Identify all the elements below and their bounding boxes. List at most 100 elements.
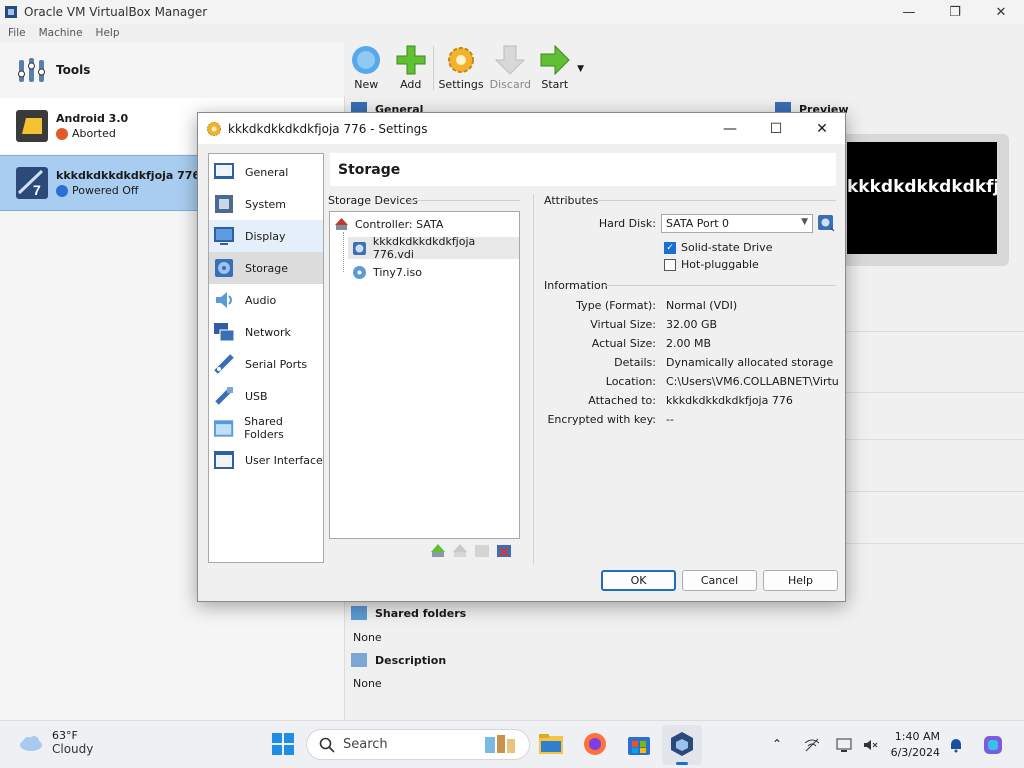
minimize-button[interactable]: — [886,0,932,24]
solid-state-drive-label: Solid-state Drive [681,241,773,254]
start-dropdown-chevron-icon[interactable]: ▼ [577,64,584,96]
settings-button[interactable]: Settings [434,42,488,96]
menu-bar: File Machine Help [0,24,125,42]
virtualbox-taskbar-button[interactable] [662,725,702,765]
firefox-icon[interactable] [582,731,608,757]
category-system[interactable]: System [209,188,323,220]
dialog-title: kkkdkdkkdkdkfjoja 776 - Settings [228,121,428,136]
description-icon [351,653,367,667]
hot-pluggable-label: Hot-pluggable [681,258,759,271]
solid-state-drive-checkbox[interactable]: ✓ Solid-state Drive [664,241,772,254]
description-section-header[interactable]: Description [351,653,446,667]
active-app-indicator [676,762,688,765]
discard-label: Discard [489,78,532,91]
volume-muted-icon[interactable] [862,737,878,753]
notification-bell-icon[interactable] [948,737,964,753]
add-label: Add [400,78,422,91]
category-network[interactable]: Network [209,316,323,348]
copilot-icon[interactable] [982,734,1004,756]
clock-time: 1:40 AM [894,730,940,743]
category-storage[interactable]: Storage [209,252,323,284]
details-divider [841,439,1024,440]
remove-controller-icon[interactable] [452,543,468,559]
info-key: Details: [614,356,656,369]
storage-devices-tree: Controller: SATA kkkdkdkkdkdkfjoja 776.v… [329,211,520,539]
cloud-icon [20,735,42,751]
category-general[interactable]: General [209,156,323,188]
ok-button[interactable]: OK [601,570,676,591]
category-serial-ports[interactable]: Serial Ports [209,348,323,380]
controller-sata-row[interactable]: Controller: SATA [334,213,519,235]
system-chip-icon [215,195,233,213]
hard-disk-label: Hard Disk: [598,217,656,230]
category-label: General [245,165,289,179]
aborted-state-icon [56,127,68,140]
preview-vm-name: kkkdkdkkdkdkfjoja 776 [847,177,997,197]
storage-actions [430,543,512,559]
search-placeholder: Search [343,737,388,752]
system-clock[interactable]: 1:40 AM 6/3/2024 [890,729,940,761]
remove-attachment-icon[interactable] [496,543,512,559]
chevron-up-icon[interactable]: ⌃ [772,737,788,753]
start-arrow-icon [540,44,570,76]
category-audio[interactable]: Audio [209,284,323,316]
shared-folders-header-label: Shared folders [375,606,467,620]
checkbox-checked-icon: ✓ [664,241,676,254]
choose-disk-icon[interactable] [817,214,835,232]
new-label: New [354,78,379,91]
general-icon [214,163,234,179]
add-button[interactable]: Add [388,42,432,96]
preview-frame: kkkdkdkkdkdkfjoja 776 [841,134,1009,266]
file-explorer-icon[interactable] [538,731,564,757]
help-button[interactable]: Help [763,570,838,591]
dialog-maximize-button[interactable]: ☐ [753,113,799,144]
dialog-title-bar: kkkdkdkkdkdkfjoja 776 - Settings — ☐ ✕ [198,113,845,144]
dialog-close-button[interactable]: ✕ [799,113,845,144]
display-icon[interactable] [836,737,852,753]
menu-help[interactable]: Help [96,27,120,39]
discard-button[interactable]: Discard [488,42,532,96]
optical-row[interactable]: Tiny7.iso [352,261,519,283]
network-icon[interactable] [804,737,820,753]
category-user-interface[interactable]: User Interface [209,444,323,476]
category-display[interactable]: Display [209,220,323,252]
start-button[interactable]: Start [533,42,577,96]
menu-file[interactable]: File [8,27,26,39]
usb-icon [215,387,233,405]
panel-divider [533,194,534,564]
temperature: 63°F [52,729,78,742]
category-shared-folders[interactable]: Shared Folders [209,412,323,444]
disk-label: kkkdkdkkdkdkfjoja 776.vdi [372,235,476,261]
sata-controller-icon [335,217,348,230]
shared-folders-section-header[interactable]: Shared folders [351,606,466,620]
vm-state: Powered Off [56,184,200,197]
chevron-down-icon: ▼ [801,217,808,227]
group-divider [410,200,520,201]
discard-arrow-icon [495,45,526,75]
close-button[interactable]: ✕ [978,0,1024,24]
tools-icon [18,57,45,82]
group-divider [598,200,836,201]
microsoft-store-icon[interactable] [626,731,652,757]
category-usb[interactable]: USB [209,380,323,412]
window-title: Oracle VM VirtualBox Manager [24,5,208,19]
maximize-button[interactable]: ❐ [932,0,978,24]
menu-machine[interactable]: Machine [39,27,83,39]
new-button[interactable]: New [344,42,388,96]
weather-widget[interactable]: 63°F Cloudy [18,729,93,756]
add-controller-icon[interactable] [430,543,446,559]
add-attachment-icon[interactable] [474,543,490,559]
dialog-minimize-button[interactable]: — [707,113,753,144]
shared-folders-icon [213,420,234,437]
disk-row[interactable]: kkkdkdkkdkdkfjoja 776.vdi [348,235,519,261]
controller-label: Controller: SATA [355,217,444,231]
tools-item[interactable]: Tools [0,42,344,97]
hard-disk-slot-select[interactable]: SATA Port 0 ▼ [661,214,813,233]
hot-pluggable-checkbox[interactable]: Hot-pluggable [664,258,759,271]
windows-start-icon[interactable] [270,731,296,757]
cancel-button[interactable]: Cancel [682,570,757,591]
info-key: Encrypted with key: [547,413,656,426]
taskbar-search-box[interactable]: Search [306,729,530,760]
add-icon [396,45,426,75]
page-title: Storage [330,153,836,186]
